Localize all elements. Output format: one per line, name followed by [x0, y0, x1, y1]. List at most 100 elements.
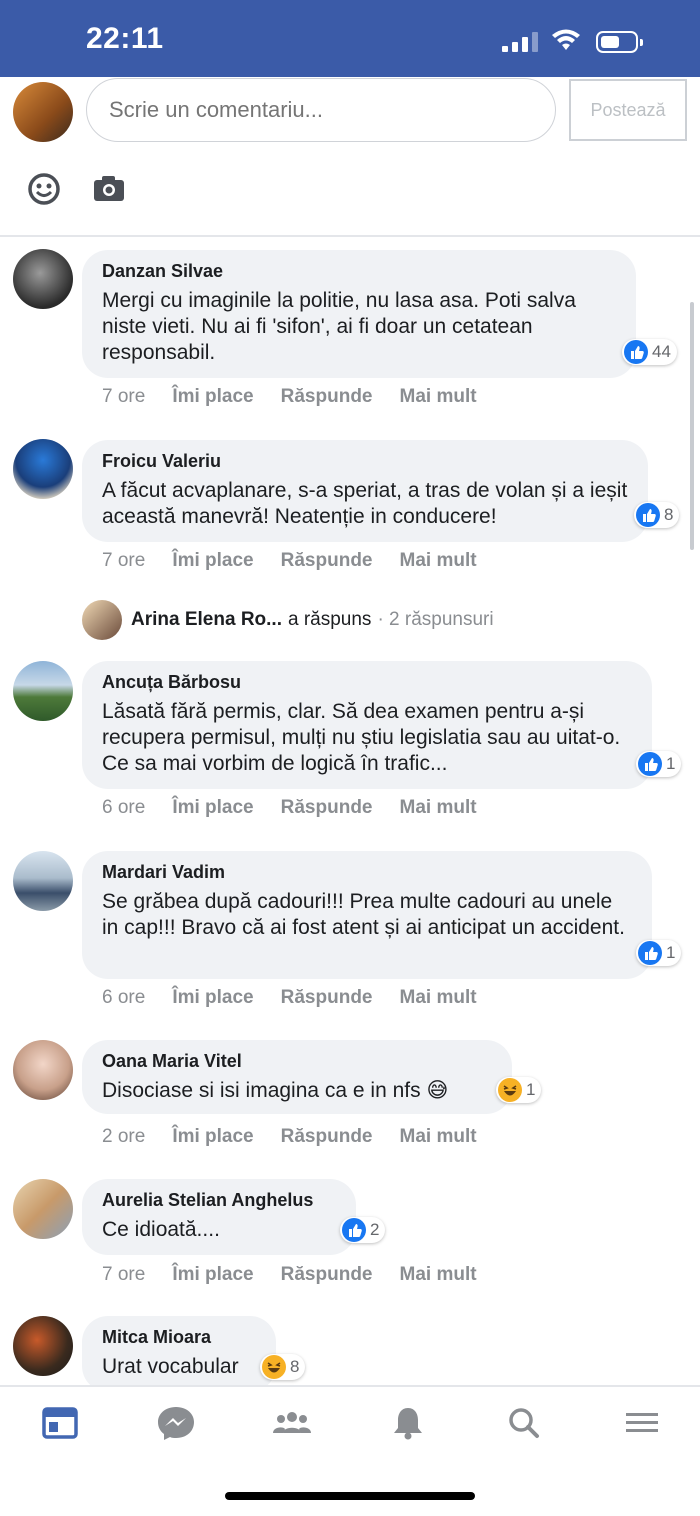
reply-button[interactable]: Răspunde — [281, 797, 373, 819]
search-icon[interactable] — [504, 1405, 544, 1441]
post-button[interactable]: Postează — [569, 79, 687, 141]
comment-actions: 7 ore Îmi place Răspunde Mai mult — [102, 386, 504, 408]
comment-time: 2 ore — [102, 1126, 146, 1147]
status-bar: 22:11 — [0, 0, 700, 77]
notifications-icon[interactable] — [388, 1405, 428, 1441]
comment-author[interactable]: Aurelia Stelian Anghelus — [102, 1190, 336, 1211]
reaction-count-text: 1 — [526, 1080, 536, 1099]
reply-count: · 2 răspunsuri — [377, 609, 494, 630]
reaction-count-text: 44 — [652, 342, 671, 361]
reaction-count-text: 8 — [290, 1357, 300, 1376]
comment-author[interactable]: Danzan Silvae — [102, 261, 616, 282]
commenter-avatar[interactable] — [13, 249, 73, 309]
reaction-count[interactable]: 2 — [340, 1217, 386, 1243]
groups-icon[interactable] — [272, 1405, 312, 1441]
reaction-count[interactable]: 8 — [260, 1354, 306, 1380]
like-button[interactable]: Îmi place — [172, 1264, 253, 1286]
view-replies-link[interactable]: Arina Elena Ro... a răspuns · 2 răspunsu… — [82, 600, 494, 640]
comment-author[interactable]: Ancuța Bărbosu — [102, 672, 632, 693]
reaction-count[interactable]: 1 — [636, 940, 682, 966]
reply-verb: a răspuns — [287, 609, 372, 630]
reaction-count[interactable]: 44 — [622, 339, 677, 365]
reaction-count[interactable]: 8 — [634, 502, 680, 528]
comment-bubble: Aurelia Stelian Anghelus Ce idioată.... — [82, 1179, 356, 1255]
comment-author[interactable]: Mardari Vadim — [102, 862, 632, 883]
commenter-avatar[interactable] — [13, 851, 73, 911]
comment-composer: Postează — [0, 77, 700, 237]
comment-actions: 7 ore Îmi place Răspunde Mai mult — [102, 1264, 504, 1286]
reply-button[interactable]: Răspunde — [281, 386, 373, 408]
comment-bubble: Mitca Mioara Urat vocabular — [82, 1316, 276, 1385]
comment-text: Urat vocabular — [102, 1355, 239, 1378]
home-indicator[interactable] — [225, 1492, 475, 1500]
like-button[interactable]: Îmi place — [172, 386, 253, 408]
wifi-icon — [552, 29, 580, 50]
comment-bubble: Froicu Valeriu A făcut acvaplanare, s-a … — [82, 440, 648, 542]
like-button[interactable]: Îmi place — [172, 797, 253, 819]
comment-time: 7 ore — [102, 550, 146, 571]
scrollbar[interactable] — [690, 302, 694, 550]
comment-time: 6 ore — [102, 987, 146, 1008]
like-button[interactable]: Îmi place — [172, 550, 253, 572]
comment-actions: 6 ore Îmi place Răspunde Mai mult — [102, 987, 504, 1009]
comment-time: 7 ore — [102, 1264, 146, 1285]
reply-button[interactable]: Răspunde — [281, 1126, 373, 1148]
menu-icon[interactable] — [622, 1405, 662, 1441]
camera-icon[interactable] — [92, 173, 126, 203]
emoji-icon[interactable] — [27, 172, 61, 206]
reaction-count[interactable]: 1 — [636, 751, 682, 777]
more-button[interactable]: Mai mult — [400, 386, 477, 408]
reaction-count[interactable]: 1 — [496, 1077, 542, 1103]
more-button[interactable]: Mai mult — [400, 797, 477, 819]
commenter-avatar[interactable] — [13, 661, 73, 721]
commenter-avatar[interactable] — [13, 1179, 73, 1239]
comment-time: 6 ore — [102, 797, 146, 818]
comments-list: Danzan Silvae Mergi cu imaginile la poli… — [0, 237, 700, 1385]
reaction-count-text: 2 — [370, 1220, 380, 1239]
signal-icon — [502, 32, 538, 52]
reply-button[interactable]: Răspunde — [281, 550, 373, 572]
like-button[interactable]: Îmi place — [172, 1126, 253, 1148]
comment-author[interactable]: Froicu Valeriu — [102, 451, 628, 472]
haha-reaction-icon — [262, 1355, 286, 1379]
more-button[interactable]: Mai mult — [400, 987, 477, 1009]
reply-button[interactable]: Răspunde — [281, 987, 373, 1009]
comment-text: Disociase si isi imagina ca e in nfs 😅 — [102, 1079, 449, 1102]
comment-bubble: Danzan Silvae Mergi cu imaginile la poli… — [82, 250, 636, 378]
commenter-avatar[interactable] — [13, 439, 73, 499]
status-time: 22:11 — [86, 22, 164, 55]
comment-text: Se grăbea după cadouri!!! Prea multe cad… — [102, 890, 625, 939]
like-reaction-icon — [638, 752, 662, 776]
like-button[interactable]: Îmi place — [172, 987, 253, 1009]
battery-icon — [596, 31, 643, 53]
messenger-icon[interactable] — [156, 1405, 196, 1441]
reply-avatar — [82, 600, 122, 640]
reply-author: Arina Elena Ro... — [131, 609, 282, 630]
comment-bubble: Oana Maria Vitel Disociase si isi imagin… — [82, 1040, 512, 1114]
commenter-avatar[interactable] — [13, 1040, 73, 1100]
commenter-avatar[interactable] — [13, 1316, 73, 1376]
comment-text: A făcut acvaplanare, s-a speriat, a tras… — [102, 479, 628, 528]
comment-text: Lăsată fără permis, clar. Să dea examen … — [102, 700, 621, 775]
more-button[interactable]: Mai mult — [400, 1264, 477, 1286]
news-feed-icon[interactable] — [40, 1405, 80, 1441]
reply-button[interactable]: Răspunde — [281, 1264, 373, 1286]
more-button[interactable]: Mai mult — [400, 1126, 477, 1148]
like-reaction-icon — [636, 503, 660, 527]
like-reaction-icon — [342, 1218, 366, 1242]
comment-time: 7 ore — [102, 386, 146, 407]
like-reaction-icon — [624, 340, 648, 364]
comment-actions: 2 ore Îmi place Răspunde Mai mult — [102, 1126, 504, 1148]
comment-bubble: Mardari Vadim Se grăbea după cadouri!!! … — [82, 851, 652, 979]
haha-reaction-icon — [498, 1078, 522, 1102]
comment-text: Ce idioată.... — [102, 1218, 220, 1241]
comment-actions: 6 ore Îmi place Răspunde Mai mult — [102, 797, 504, 819]
comment-actions: 7 ore Îmi place Răspunde Mai mult — [102, 550, 504, 572]
user-avatar — [13, 82, 73, 142]
comment-input[interactable] — [86, 78, 556, 142]
reaction-count-text: 8 — [664, 505, 674, 524]
reaction-count-text: 1 — [666, 943, 676, 962]
comment-author[interactable]: Oana Maria Vitel — [102, 1051, 492, 1072]
more-button[interactable]: Mai mult — [400, 550, 477, 572]
comment-author[interactable]: Mitca Mioara — [102, 1327, 256, 1348]
